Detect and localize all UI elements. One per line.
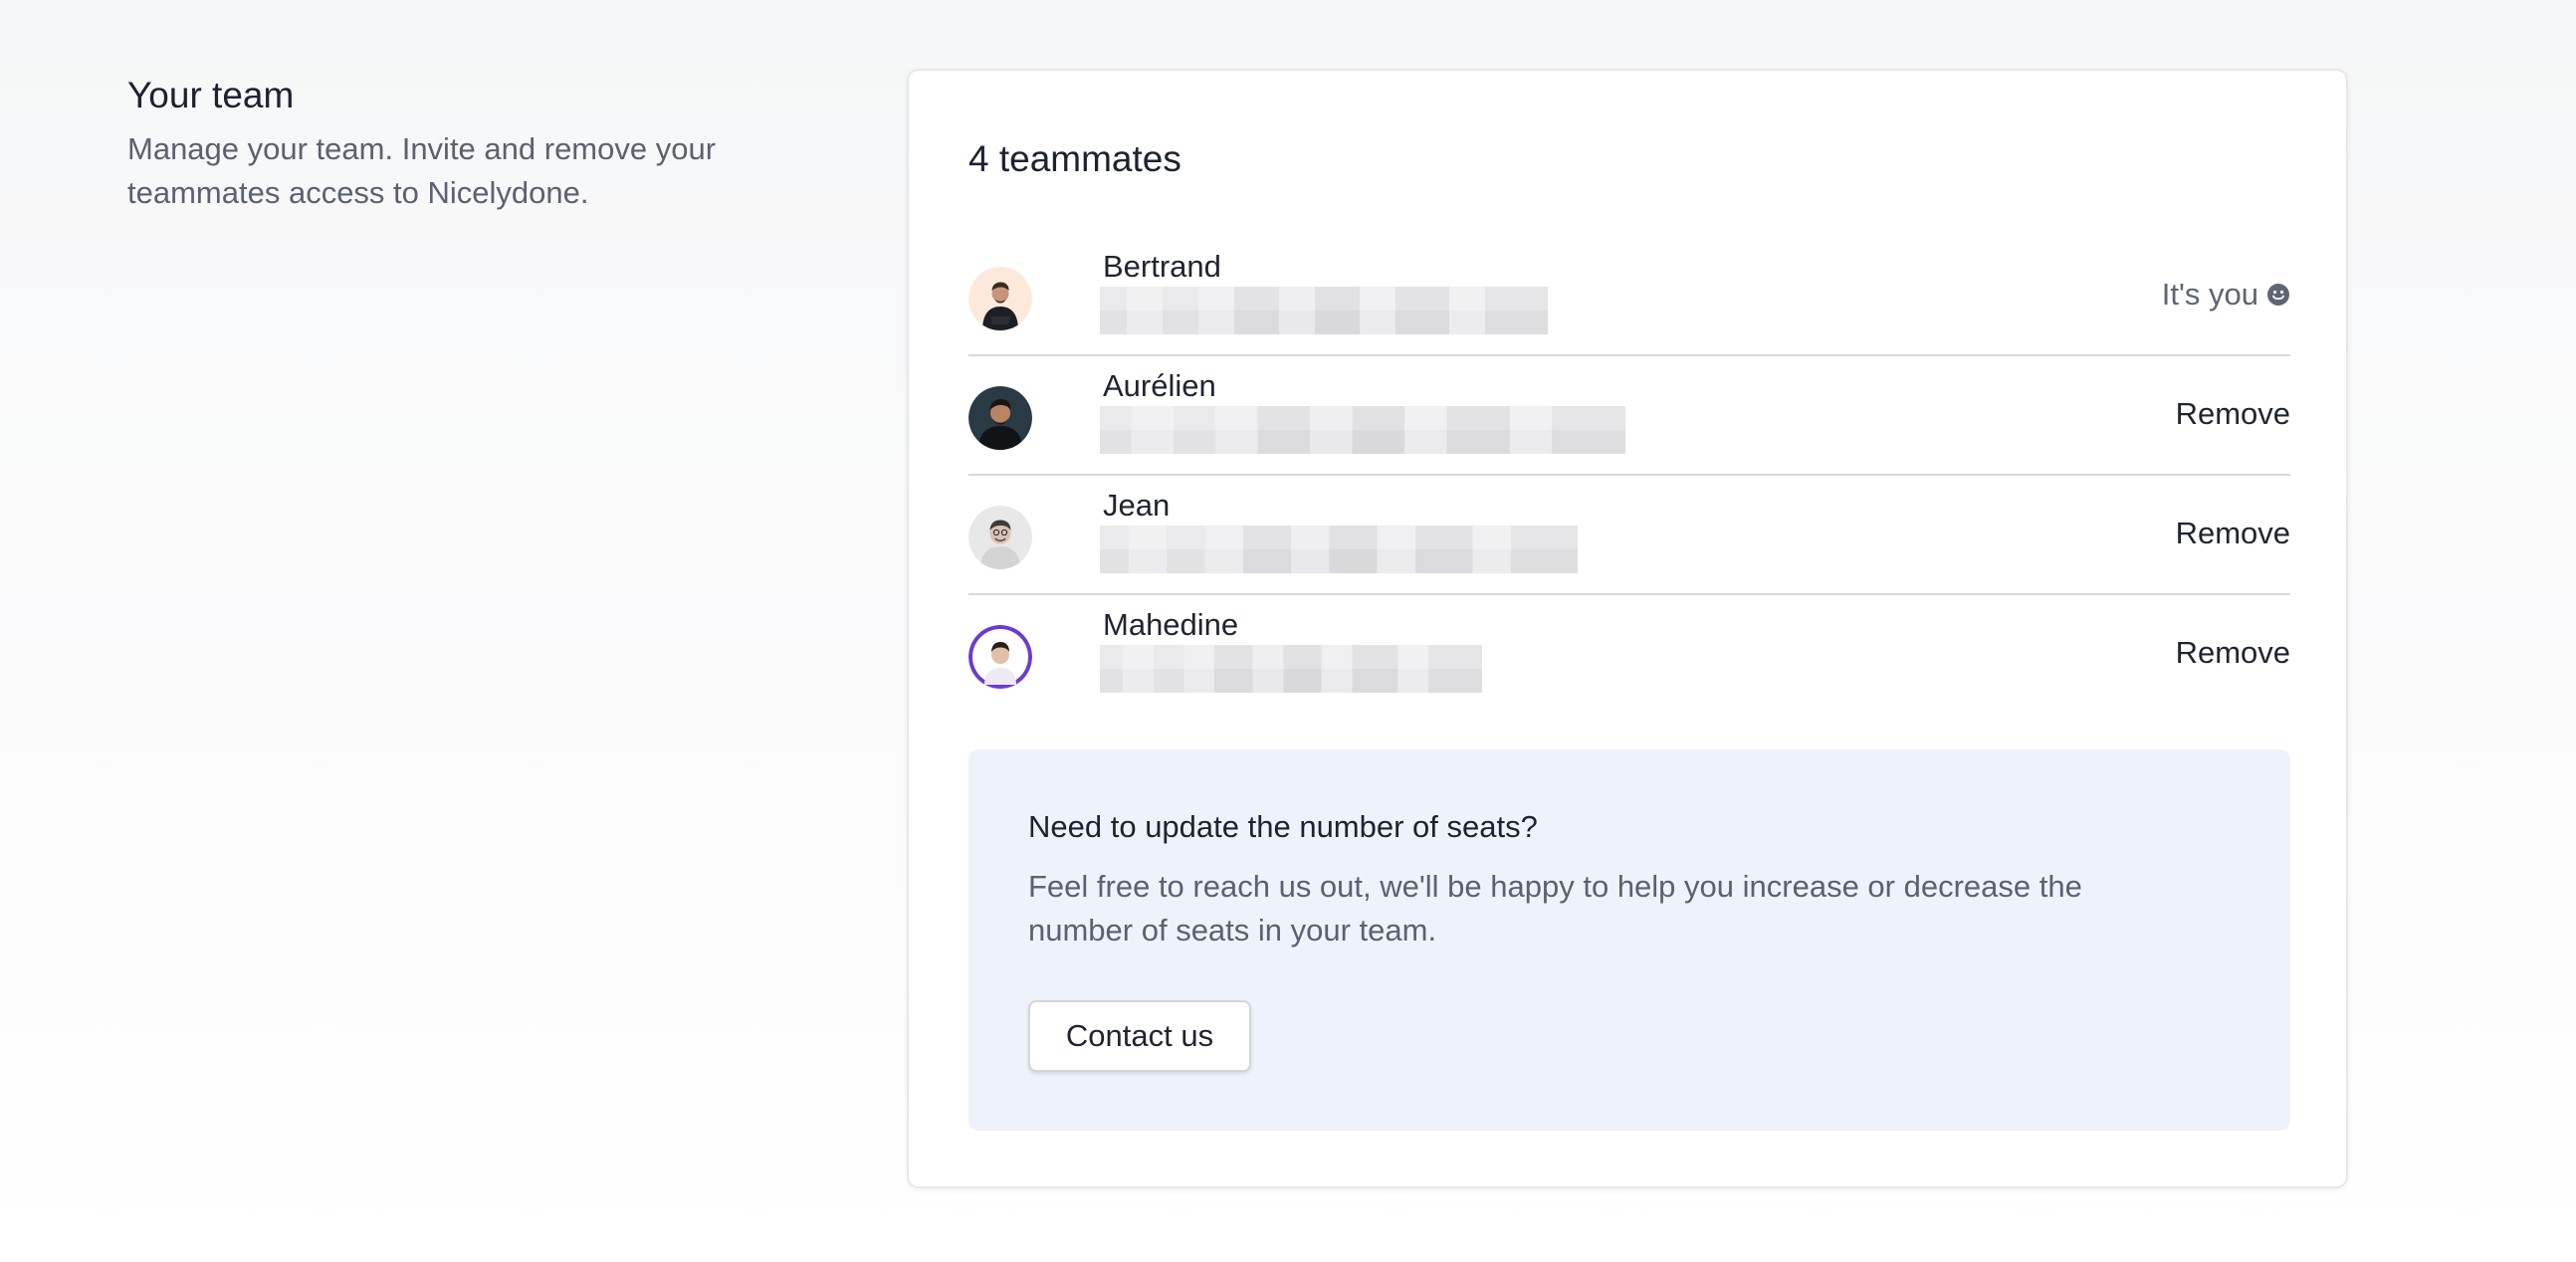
- team-card: 4 teammates Bertrand It's you Aurélien R…: [907, 69, 2348, 1188]
- section-description: Manage your team. Invite and remove your…: [127, 131, 717, 210]
- team-intro: Your team Manage your team. Invite and r…: [127, 72, 774, 215]
- avatar: [968, 267, 1032, 330]
- avatar-mahedine-image: [968, 625, 1032, 689]
- teammate-email-redacted: [1100, 526, 1578, 573]
- teammate-email-redacted: [1100, 406, 1625, 454]
- avatar: [968, 386, 1032, 450]
- teammate-row: Mahedine Remove: [968, 595, 2290, 713]
- contact-us-button[interactable]: Contact us: [1028, 1000, 1251, 1072]
- teammate-name: Jean: [1103, 488, 1171, 523]
- teammate-row: Aurélien Remove: [968, 356, 2290, 476]
- remove-teammate-button[interactable]: Remove: [2176, 629, 2290, 677]
- seats-panel-title: Need to update the number of seats?: [1028, 809, 1538, 844]
- avatar-aurelien-image: [968, 386, 1032, 450]
- section-title: Your team: [127, 75, 295, 115]
- teammates-list: Bertrand It's you Aurélien Remove Jean R…: [968, 237, 2290, 713]
- current-user-indicator: It's you: [2162, 271, 2290, 318]
- seats-panel-body: Feel free to reach us out, we'll be happ…: [1028, 869, 2082, 947]
- remove-teammate-button[interactable]: Remove: [2176, 510, 2290, 557]
- avatar-jean-image: [968, 506, 1032, 569]
- remove-teammate-button[interactable]: Remove: [2176, 390, 2290, 438]
- teammate-name: Mahedine: [1103, 607, 1239, 642]
- teammate-name: Bertrand: [1103, 249, 1221, 284]
- teammate-name: Aurélien: [1103, 368, 1216, 403]
- teammates-count-title: 4 teammates: [968, 138, 1181, 179]
- seats-info-panel: Need to update the number of seats? Feel…: [968, 749, 2290, 1131]
- teammate-row: Bertrand It's you: [968, 237, 2290, 356]
- teammate-row: Jean Remove: [968, 476, 2290, 595]
- smile-icon: [2267, 284, 2289, 306]
- teammate-email-redacted: [1100, 645, 1482, 693]
- avatar: [968, 506, 1032, 569]
- avatar-bertrand-image: [968, 267, 1032, 330]
- teammate-email-redacted: [1100, 287, 1548, 334]
- current-user-label: It's you: [2161, 277, 2258, 312]
- avatar: [968, 625, 1032, 689]
